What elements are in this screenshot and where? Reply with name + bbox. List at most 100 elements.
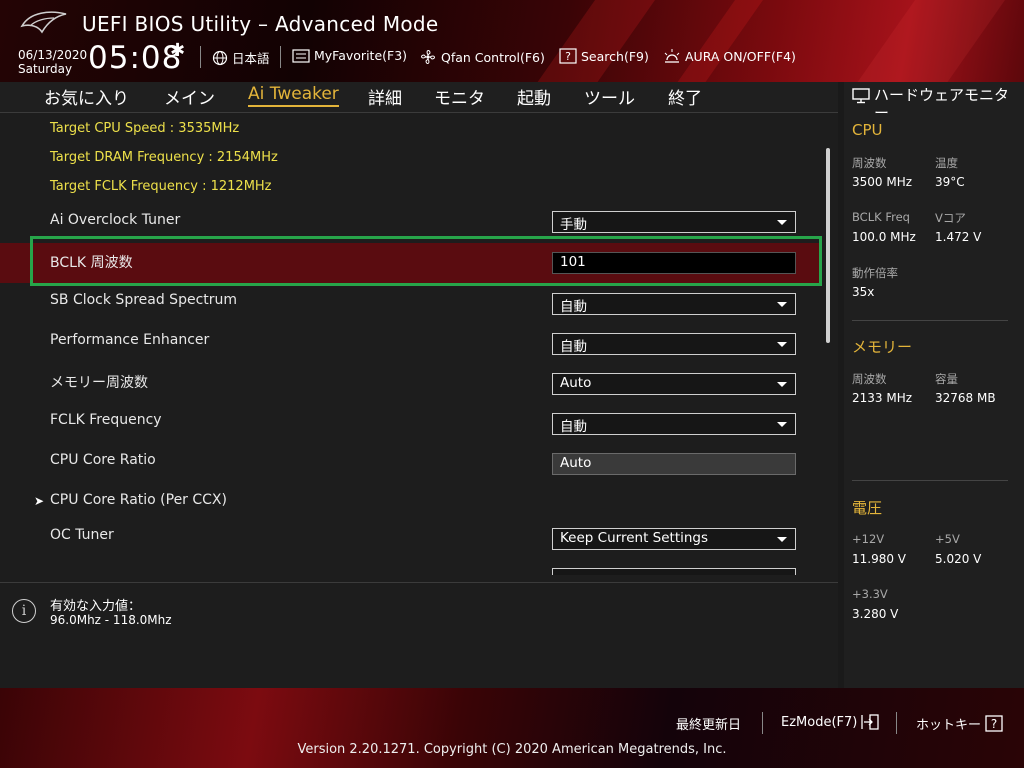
settings-scrollbar[interactable] [826, 148, 830, 343]
language-button[interactable]: 日本語 [212, 48, 270, 67]
main-panel: お気に入り メイン Ai Tweaker 詳細 モニタ 起動 ツール 終了 Ta… [0, 82, 838, 689]
setting-fclk-frequency[interactable]: FCLK Frequency 自動 [0, 403, 822, 443]
clock-settings-gear-icon[interactable]: ✱ [170, 40, 185, 61]
setting-memory-frequency[interactable]: メモリー周波数 Auto [0, 363, 822, 403]
last-modified-button[interactable]: 最終更新日 [676, 714, 741, 733]
oc-tuner-dropdown[interactable]: Keep Current Settings [552, 528, 796, 550]
help-valid-range: 96.0Mhz - 118.0Mhz [50, 613, 172, 627]
hardware-monitor-panel: ハードウェアモニター CPU 周波数 温度 3500 MHz 39°C BCLK… [844, 82, 1024, 688]
cpu-freq-value: 3500 MHz [852, 175, 913, 189]
aura-toggle-button[interactable]: AURA ON/OFF(F4) [663, 48, 796, 64]
tab-advanced[interactable]: 詳細 [368, 84, 402, 109]
dropdown-value: Auto [560, 375, 592, 391]
performance-enhancer-dropdown[interactable]: 自動 [552, 333, 796, 355]
cpu-temp-value: 39°C [935, 175, 965, 189]
v12-label: +12V [852, 532, 885, 546]
bclk-freq-value: 100.0 MHz [852, 230, 916, 244]
setting-bclk-frequency[interactable]: BCLK 周波数 101 [0, 243, 822, 283]
help-question-icon: ? [985, 715, 1003, 732]
setting-ai-overclock-tuner[interactable]: Ai Overclock Tuner 手動 [0, 203, 822, 243]
search-button[interactable]: ? Search(F9) [559, 48, 649, 64]
tab-main[interactable]: メイン [164, 84, 215, 109]
header-divider [200, 46, 201, 68]
setting-performance-enhancer[interactable]: Performance Enhancer 自動 [0, 323, 822, 363]
myfavorite-label: MyFavorite(F3) [314, 48, 408, 63]
monitor-title-text: ハードウェアモニター [874, 86, 1010, 122]
fan-icon [421, 50, 435, 64]
chevron-down-icon [777, 537, 787, 542]
language-label: 日本語 [232, 51, 270, 66]
dropdown-value: 自動 [560, 419, 587, 435]
help-title: 有効な入力値： [50, 599, 142, 614]
memory-capacity-value: 32768 MB [935, 391, 996, 405]
target-cpu-speed: Target CPU Speed : 3535MHz [50, 121, 240, 136]
dropdown-value: Keep Current Settings [560, 530, 709, 546]
field-value: Auto [560, 455, 592, 471]
monitor-icon [852, 88, 870, 104]
search-label: Search(F9) [581, 48, 649, 64]
v33-label: +3.3V [852, 587, 888, 601]
favorite-list-icon [292, 48, 310, 63]
clock-display: 05:08 [88, 40, 183, 76]
qfan-control-button[interactable]: Qfan Control(F6) [419, 48, 545, 66]
rog-logo-icon [20, 11, 67, 34]
input-value: 101 [560, 254, 586, 270]
setting-cpu-core-ratio[interactable]: CPU Core Ratio Auto [0, 443, 822, 483]
tab-boot[interactable]: 起動 [517, 84, 551, 109]
bclk-freq-label: BCLK Freq [852, 210, 910, 224]
v5-value: 5.020 V [935, 552, 982, 566]
target-fclk-frequency: Target FCLK Frequency : 1212MHz [50, 179, 272, 194]
tab-favorites[interactable]: お気に入り [44, 84, 129, 109]
memory-frequency-dropdown[interactable]: Auto [552, 373, 796, 395]
voltage-heading: 電圧 [852, 499, 883, 517]
bclk-frequency-input[interactable]: 101 [552, 252, 796, 274]
cpu-temp-label: 温度 [935, 156, 958, 170]
ai-overclock-tuner-dropdown[interactable]: 手動 [552, 211, 796, 233]
tab-bar: お気に入り メイン Ai Tweaker 詳細 モニタ 起動 ツール 終了 [0, 82, 838, 113]
tab-exit[interactable]: 終了 [668, 84, 702, 109]
search-help-icon: ? [559, 48, 577, 64]
setting-label: SB Clock Spread Spectrum [50, 292, 238, 308]
fclk-frequency-dropdown[interactable]: 自動 [552, 413, 796, 435]
ratio-label: 動作倍率 [852, 266, 898, 280]
setting-label: メモリー周波数 [50, 375, 148, 391]
target-dram-frequency: Target DRAM Frequency : 2154MHz [50, 150, 278, 165]
aura-label: AURA ON/OFF(F4) [685, 48, 796, 64]
day-display: Saturday [18, 62, 73, 76]
submenu-arrow-icon: ➤ [34, 494, 45, 508]
setting-sb-clock-spread-spectrum[interactable]: SB Clock Spread Spectrum 自動 [0, 283, 822, 323]
ezmode-button[interactable]: EzMode(F7) [781, 714, 880, 730]
svg-text:?: ? [565, 50, 571, 63]
submenu-cpu-core-ratio-per-ccx[interactable]: ➤ CPU Core Ratio (Per CCX) [0, 483, 822, 523]
settings-list: Target CPU Speed : 3535MHz Target DRAM F… [0, 113, 838, 575]
chevron-down-icon [777, 220, 787, 225]
setting-label: Performance Enhancer [50, 332, 210, 348]
cpu-freq-label: 周波数 [852, 156, 887, 170]
tab-ai-tweaker[interactable]: Ai Tweaker [248, 84, 339, 107]
chevron-down-icon [777, 382, 787, 387]
footer-divider [896, 712, 897, 734]
monitor-title: ハードウェアモニター [852, 86, 1022, 122]
memory-heading: メモリー [852, 338, 913, 356]
section-divider [852, 480, 1008, 481]
tab-tool[interactable]: ツール [584, 84, 635, 109]
chevron-down-icon [777, 422, 787, 427]
v33-value: 3.280 V [852, 607, 899, 621]
v5-label: +5V [935, 532, 960, 546]
sb-clock-spread-dropdown[interactable]: 自動 [552, 293, 796, 315]
tab-monitor[interactable]: モニタ [434, 84, 485, 109]
setting-label: CPU Core Ratio [50, 452, 156, 468]
header-bar: UEFI BIOS Utility – Advanced Mode 06/13/… [0, 0, 1024, 82]
copyright-text: Version 2.20.1271. Copyright (C) 2020 Am… [297, 742, 727, 757]
v12-value: 11.980 V [852, 552, 907, 566]
myfavorite-button[interactable]: MyFavorite(F3) [292, 48, 407, 63]
memory-freq-label: 周波数 [852, 372, 887, 386]
dropdown-value: 手動 [560, 217, 587, 233]
memory-freq-value: 2133 MHz [852, 391, 913, 405]
setting-oc-tuner[interactable]: OC Tuner Keep Current Settings [0, 521, 822, 561]
memory-capacity-label: 容量 [935, 372, 958, 386]
partial-dropdown[interactable] [552, 568, 796, 575]
date-display: 06/13/2020 [18, 48, 88, 62]
hotkeys-button[interactable]: ホットキー ? [916, 714, 1003, 733]
qfan-label: Qfan Control(F6) [441, 49, 545, 65]
